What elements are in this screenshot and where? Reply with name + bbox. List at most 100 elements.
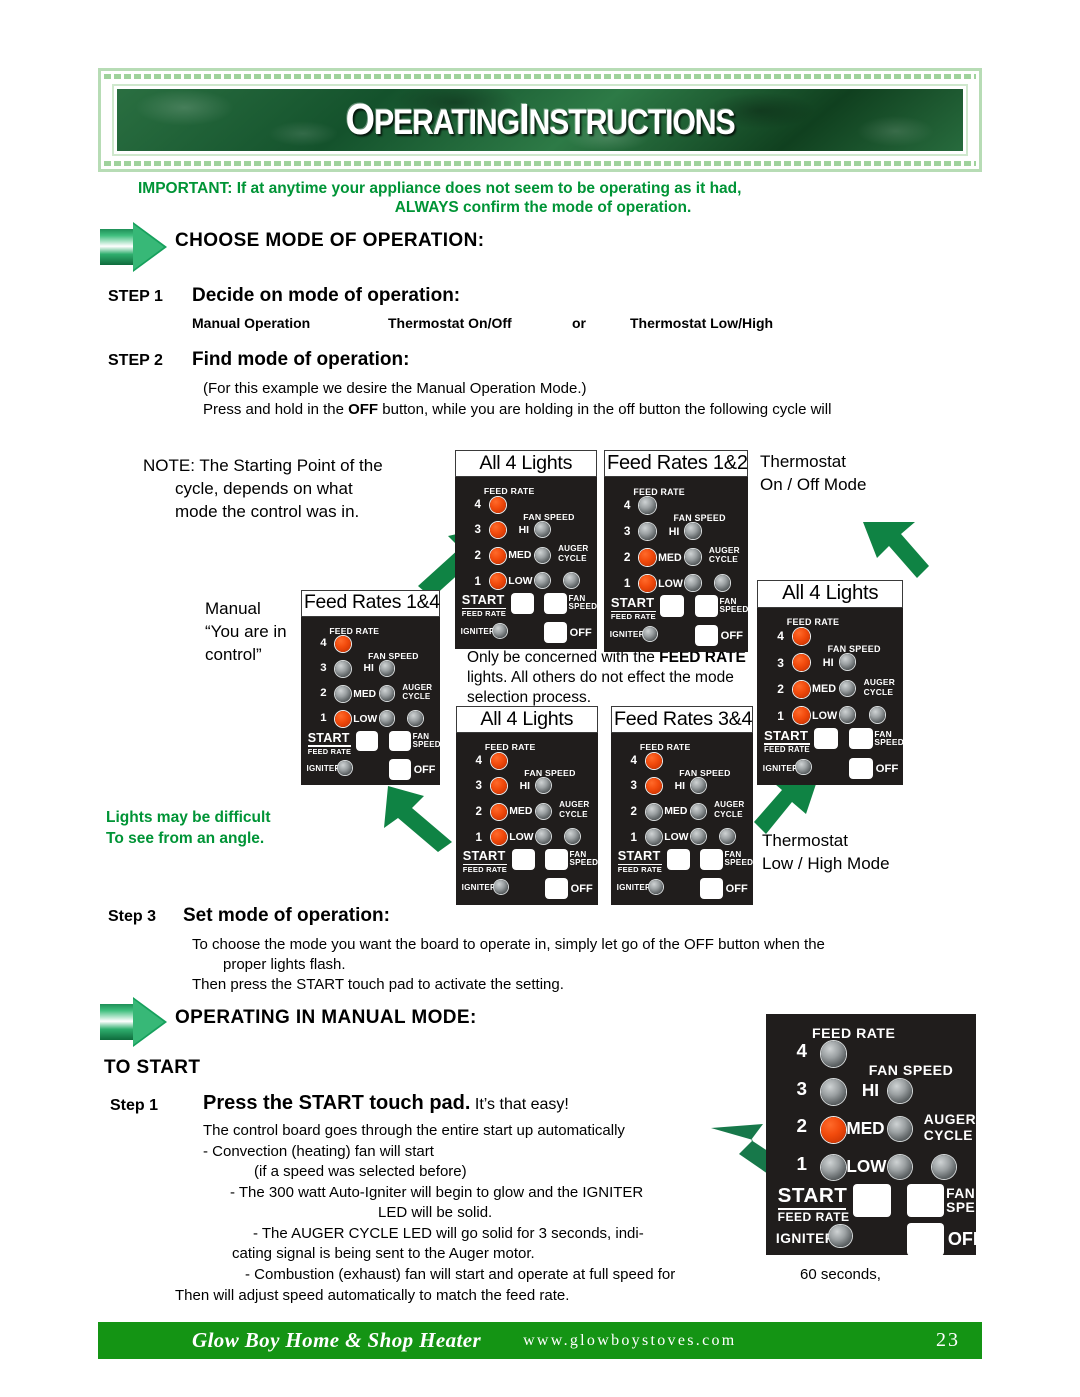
panel-num-4: 4 (623, 497, 631, 512)
big-touchpad-off[interactable] (906, 1223, 945, 1257)
control-panel-2: Feed Rates 1&2 FEED RATE FAN SPEED AUGER CYC… (604, 450, 749, 653)
led-feed-rate-4 (490, 752, 507, 769)
footer-brand: Glow Boy Home & Shop Heater (192, 1328, 482, 1352)
panel-label-speed: SPEED (874, 737, 904, 748)
led-feed-rate-2 (490, 803, 507, 820)
panel-label-hi: HI (822, 657, 834, 670)
step3-line3: Then press the START touch pad to activa… (192, 976, 564, 993)
led-feed-rate-3 (489, 522, 506, 539)
led-fan-speed-med (379, 686, 395, 701)
panel-num-3: 3 (623, 523, 631, 538)
touchpad-start[interactable] (660, 595, 685, 617)
start-line-8: - Combustion (exhaust) fan will start an… (245, 1266, 676, 1283)
page-title: OPERATINGINSTRUCTIONS (346, 95, 736, 145)
panel-label-start-feed-rate: FEED RATE (610, 611, 656, 621)
step1-option-thermostat-lowhigh: Thermostat Low/High (630, 315, 774, 331)
led-igniter (493, 624, 508, 639)
step2-line2-a: Press and hold in the (203, 401, 349, 418)
panel-label-feed-rate: FEED RATE (786, 617, 840, 628)
panel-num-1: 1 (623, 575, 631, 590)
touchpad-fan-speed[interactable] (849, 727, 874, 750)
big-label-start: START (777, 1183, 848, 1207)
step3-label: Step 3 (108, 908, 157, 925)
panel-board: FEED RATE FAN SPEED AUGER CYCLE 4 3 2 1 HI MED LOW… (757, 607, 904, 786)
title-cap-i: I (518, 95, 530, 144)
panel-label-auger: AUGER (708, 545, 740, 555)
panel-label-fan-speed: FAN SPEED (368, 650, 419, 661)
led-feed-rate-4 (792, 628, 810, 645)
touchpad-off[interactable] (545, 877, 569, 899)
touchpad-fan-speed[interactable] (544, 592, 568, 614)
led-igniter (796, 760, 811, 775)
touchpad-start[interactable] (355, 730, 379, 752)
panel-label-off: OFF (569, 626, 592, 639)
banner-border: OPERATINGINSTRUCTIONS (98, 68, 982, 172)
led-auger-cycle (714, 575, 731, 591)
led-igniter (642, 627, 657, 642)
panel-label-start: START (461, 592, 505, 608)
panel-label-fan-speed: FAN SPEED (827, 643, 881, 654)
panel-num-2: 2 (630, 804, 637, 818)
touchpad-off[interactable] (388, 759, 412, 780)
led-fan-speed-med (535, 803, 551, 819)
touchpad-start[interactable] (510, 592, 534, 614)
diagram-lights-angle-note: Lights may be difficult To see from an a… (106, 808, 270, 850)
touchpad-off[interactable] (700, 877, 724, 899)
title-operating: PERATING (373, 103, 520, 142)
start-line-8b: 60 seconds, (800, 1266, 881, 1283)
panel-caption: All 4 Lights (757, 580, 904, 608)
led-fan-speed-med (685, 549, 701, 565)
panel-num-2: 2 (777, 682, 784, 697)
big-touchpad-start[interactable] (853, 1183, 892, 1217)
start-line-2: - Convection (heating) fan will start (203, 1143, 434, 1160)
panel-caption: All 4 Lights (455, 450, 597, 478)
panel-board: FEED RATE FAN SPEED AUGER CYCLE 4 3 2 1 HI MED LOW… (604, 477, 749, 653)
panel-label-med: MED (508, 550, 532, 562)
section-title-choose-mode: CHOOSE MODE OF OPERATION: (175, 230, 485, 251)
panel-label-cycle: CYCLE (863, 687, 894, 698)
step1-label: STEP 1 (108, 288, 163, 305)
control-panel-3: Feed Rates 1&4 FEED RATE FAN SPEED AUGER CYC… (301, 590, 441, 786)
touchpad-fan-speed[interactable] (545, 848, 569, 870)
touchpad-start[interactable] (511, 848, 535, 870)
panel-num-1: 1 (630, 830, 637, 844)
touchpad-off[interactable] (544, 621, 568, 643)
start-line-1: The control board goes through the entir… (203, 1122, 625, 1139)
led-feed-rate-1 (645, 829, 662, 846)
led-feed-rate-3 (335, 661, 351, 677)
led-fan-speed-hi (839, 654, 856, 671)
big-num-1: 1 (796, 1154, 808, 1176)
touchpad-fan-speed[interactable] (694, 595, 719, 617)
step1-option-or: or (572, 315, 586, 331)
panel-label-low: LOW (664, 831, 689, 843)
touchpad-fan-speed[interactable] (700, 848, 724, 870)
panel-label-speed: SPEED (719, 604, 749, 614)
panel-label-cycle: CYCLE (708, 555, 738, 565)
led-fan-speed-hi (535, 778, 551, 794)
big-touchpad-fan-speed[interactable] (906, 1183, 945, 1217)
step3-line2: proper lights flash. (223, 956, 346, 973)
panel-label-speed: SPEED (568, 602, 598, 612)
panel-label-cycle: CYCLE (402, 691, 431, 701)
panel-label-igniter: IGNITER (306, 763, 341, 773)
panel-label-auger: AUGER (402, 682, 433, 692)
led-feed-rate-4 (645, 752, 662, 769)
panel-label-igniter: IGNITER (461, 882, 497, 892)
panel-num-3: 3 (475, 779, 482, 793)
step2-line2: Press and hold in the OFF button, while … (203, 401, 831, 418)
big-led-fan-speed-hi (887, 1078, 912, 1103)
control-panel-4: All 4 Lights FEED RATE FAN SPEED AUGER CYCLE… (456, 706, 598, 905)
panel-label-low: LOW (353, 713, 378, 725)
panel-label-med: MED (658, 551, 682, 564)
led-feed-rate-2 (645, 803, 662, 820)
touchpad-off[interactable] (694, 624, 719, 647)
start-line-6: - The AUGER CYCLE LED will go solid for … (253, 1225, 644, 1242)
page-footer: Glow Boy Home & Shop Heater www.glowboys… (98, 1322, 982, 1359)
touchpad-off[interactable] (849, 757, 874, 780)
diagram-note-line2: cycle, depends on what (175, 478, 353, 498)
start-step-title-bold: Press the START touch pad. (203, 1092, 471, 1114)
led-feed-rate-4 (335, 635, 351, 652)
touchpad-start[interactable] (666, 848, 690, 870)
touchpad-fan-speed[interactable] (388, 730, 412, 752)
touchpad-start[interactable] (814, 727, 839, 750)
